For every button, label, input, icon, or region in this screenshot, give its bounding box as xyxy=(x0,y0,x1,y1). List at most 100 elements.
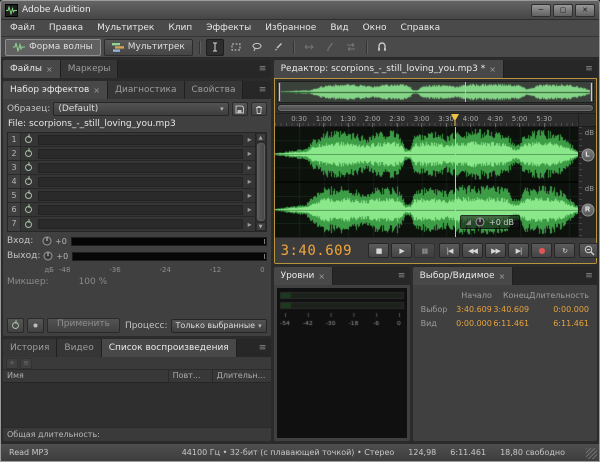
marquee-selection-tool-button[interactable] xyxy=(227,39,245,56)
slot-insert-area[interactable] xyxy=(38,135,243,145)
snap-toggle-button[interactable] xyxy=(373,39,391,56)
panel-menu-icon[interactable]: ≡ xyxy=(255,60,271,78)
slot-insert-area[interactable] xyxy=(38,149,243,159)
menu-help[interactable]: Справка xyxy=(393,21,447,35)
menu-edit[interactable]: Правка xyxy=(42,21,90,35)
menu-favorites[interactable]: Избранное xyxy=(258,21,323,35)
process-select[interactable]: Только выбранные ▾ xyxy=(171,319,267,333)
slot-insert-area[interactable] xyxy=(38,219,243,229)
zoom-scrollbar-thumb[interactable] xyxy=(278,105,593,111)
slot-insert-area[interactable] xyxy=(38,191,243,201)
loop-playback-button[interactable]: ↻ xyxy=(554,243,575,258)
time-display[interactable]: 3:40.609 xyxy=(281,243,352,259)
scroll-up-icon[interactable]: ▲ xyxy=(256,133,266,142)
volume-hud[interactable]: ◢ +0 dB xyxy=(460,215,520,229)
hud-volume-value[interactable]: +0 dB xyxy=(489,218,514,227)
menu-view[interactable]: Вид xyxy=(323,21,355,35)
effects-power-button[interactable] xyxy=(7,318,24,333)
save-preset-button[interactable] xyxy=(232,102,248,116)
effect-slot[interactable]: 2▸ xyxy=(8,147,255,161)
slot-insert-area[interactable] xyxy=(38,205,243,215)
output-gain-knob-icon[interactable] xyxy=(43,251,53,261)
delete-preset-button[interactable] xyxy=(251,102,267,116)
horizontal-zoom-scrollbar[interactable] xyxy=(277,104,594,112)
record-button[interactable]: ● xyxy=(531,243,552,258)
effect-slot[interactable]: 4▸ xyxy=(8,175,255,189)
waveform-view-button[interactable]: Форма волны xyxy=(5,39,101,56)
power-icon[interactable] xyxy=(25,178,32,185)
close-button[interactable]: ✕ xyxy=(575,4,595,17)
paintbrush-tool-button[interactable] xyxy=(269,39,287,56)
column-duration[interactable]: Длительн... xyxy=(213,370,271,382)
right-channel-button[interactable]: R xyxy=(581,203,594,216)
tab-history[interactable]: История xyxy=(3,339,57,357)
resize-grip[interactable] xyxy=(586,448,597,459)
effect-slot[interactable]: 3▸ xyxy=(8,161,255,175)
close-icon[interactable]: × xyxy=(499,272,506,281)
slots-scrollbar[interactable]: ▲ ▼ xyxy=(255,133,266,231)
power-icon[interactable] xyxy=(25,192,32,199)
tab-properties[interactable]: Свойства xyxy=(185,81,244,99)
slot-menu-icon[interactable]: ▸ xyxy=(245,205,255,214)
multitrack-view-button[interactable]: Мультитрек xyxy=(104,39,193,56)
scroll-down-icon[interactable]: ▼ xyxy=(256,222,266,231)
menu-clip[interactable]: Клип xyxy=(161,21,199,35)
rewind-button[interactable]: ◀◀ xyxy=(462,243,483,258)
scrollbar-thumb[interactable] xyxy=(257,143,265,221)
panel-menu-icon[interactable]: ≡ xyxy=(581,60,597,78)
lasso-selection-tool-button[interactable] xyxy=(248,39,266,56)
slot-menu-icon[interactable]: ▸ xyxy=(245,220,255,229)
timeline-ruler[interactable]: 0:30 1:00 1:30 2:00 2:30 3:00 3:30 4:00 … xyxy=(275,113,596,127)
close-icon[interactable]: × xyxy=(46,65,53,74)
menu-multitrack[interactable]: Мультитрек xyxy=(90,21,161,35)
input-gain-knob-icon[interactable] xyxy=(42,236,52,246)
power-icon[interactable] xyxy=(25,136,32,143)
close-icon[interactable]: × xyxy=(318,272,325,281)
view-duration[interactable]: 6:11.461 xyxy=(529,319,589,328)
column-repeat[interactable]: Повт... xyxy=(169,370,213,382)
apply-button[interactable]: Применить xyxy=(47,318,120,333)
close-icon[interactable]: × xyxy=(489,65,496,74)
slot-menu-icon[interactable]: ▸ xyxy=(245,149,255,158)
panel-menu-icon[interactable]: ≡ xyxy=(255,339,271,357)
playlist-list[interactable] xyxy=(3,383,271,427)
view-start[interactable]: 0:00.000 xyxy=(455,319,492,328)
zoom-out-button[interactable] xyxy=(579,243,597,258)
power-icon[interactable] xyxy=(25,206,32,213)
power-icon[interactable] xyxy=(25,164,32,171)
tab-markers[interactable]: Маркеры xyxy=(61,60,119,78)
slot-insert-area[interactable] xyxy=(38,177,243,187)
column-name[interactable]: Имя xyxy=(3,370,169,382)
stop-button[interactable]: ■ xyxy=(368,243,389,258)
output-gain-value[interactable]: +0 xyxy=(56,252,69,261)
tab-files[interactable]: Файлы × xyxy=(3,60,61,78)
slot-menu-icon[interactable]: ▸ xyxy=(245,135,255,144)
power-icon[interactable] xyxy=(25,221,32,228)
slot-menu-icon[interactable]: ▸ xyxy=(245,191,255,200)
menu-window[interactable]: Окно xyxy=(356,21,394,35)
effect-slot[interactable]: 6▸ xyxy=(8,203,255,217)
time-selection-tool-button[interactable] xyxy=(206,39,224,56)
panel-menu-icon[interactable]: ≡ xyxy=(581,267,597,285)
tab-video[interactable]: Видео xyxy=(57,339,101,357)
tab-playlist[interactable]: Список воспроизведения xyxy=(102,339,237,357)
effects-prepost-button[interactable] xyxy=(27,318,44,333)
power-icon[interactable] xyxy=(25,150,32,157)
panel-menu-icon[interactable]: ≡ xyxy=(255,81,271,99)
effect-slot[interactable]: 5▸ xyxy=(8,189,255,203)
hud-drag-icon[interactable]: ◢ xyxy=(466,218,471,226)
pause-button[interactable]: ▮▮ xyxy=(414,243,435,258)
effect-slot[interactable]: 1▸ xyxy=(8,133,255,147)
title-bar[interactable]: Adobe Audition ─ ▢ ✕ xyxy=(1,1,599,20)
amplitude-ruler[interactable]: dB dB L R xyxy=(578,127,596,237)
playlist-add-icon[interactable]: + xyxy=(6,358,18,369)
skip-to-end-button[interactable]: ▶| xyxy=(508,243,529,258)
tab-selection-view[interactable]: Выбор/Видимое × xyxy=(413,267,514,285)
fast-forward-button[interactable]: ▶▶ xyxy=(485,243,506,258)
maximize-button[interactable]: ▢ xyxy=(553,4,573,17)
menu-effects[interactable]: Эффекты xyxy=(199,21,258,35)
slot-menu-icon[interactable]: ▸ xyxy=(245,177,255,186)
skip-to-start-button[interactable]: |◀ xyxy=(439,243,460,258)
playlist-options-icon[interactable]: ≡ xyxy=(20,358,32,369)
waveform-overview[interactable] xyxy=(277,81,594,103)
